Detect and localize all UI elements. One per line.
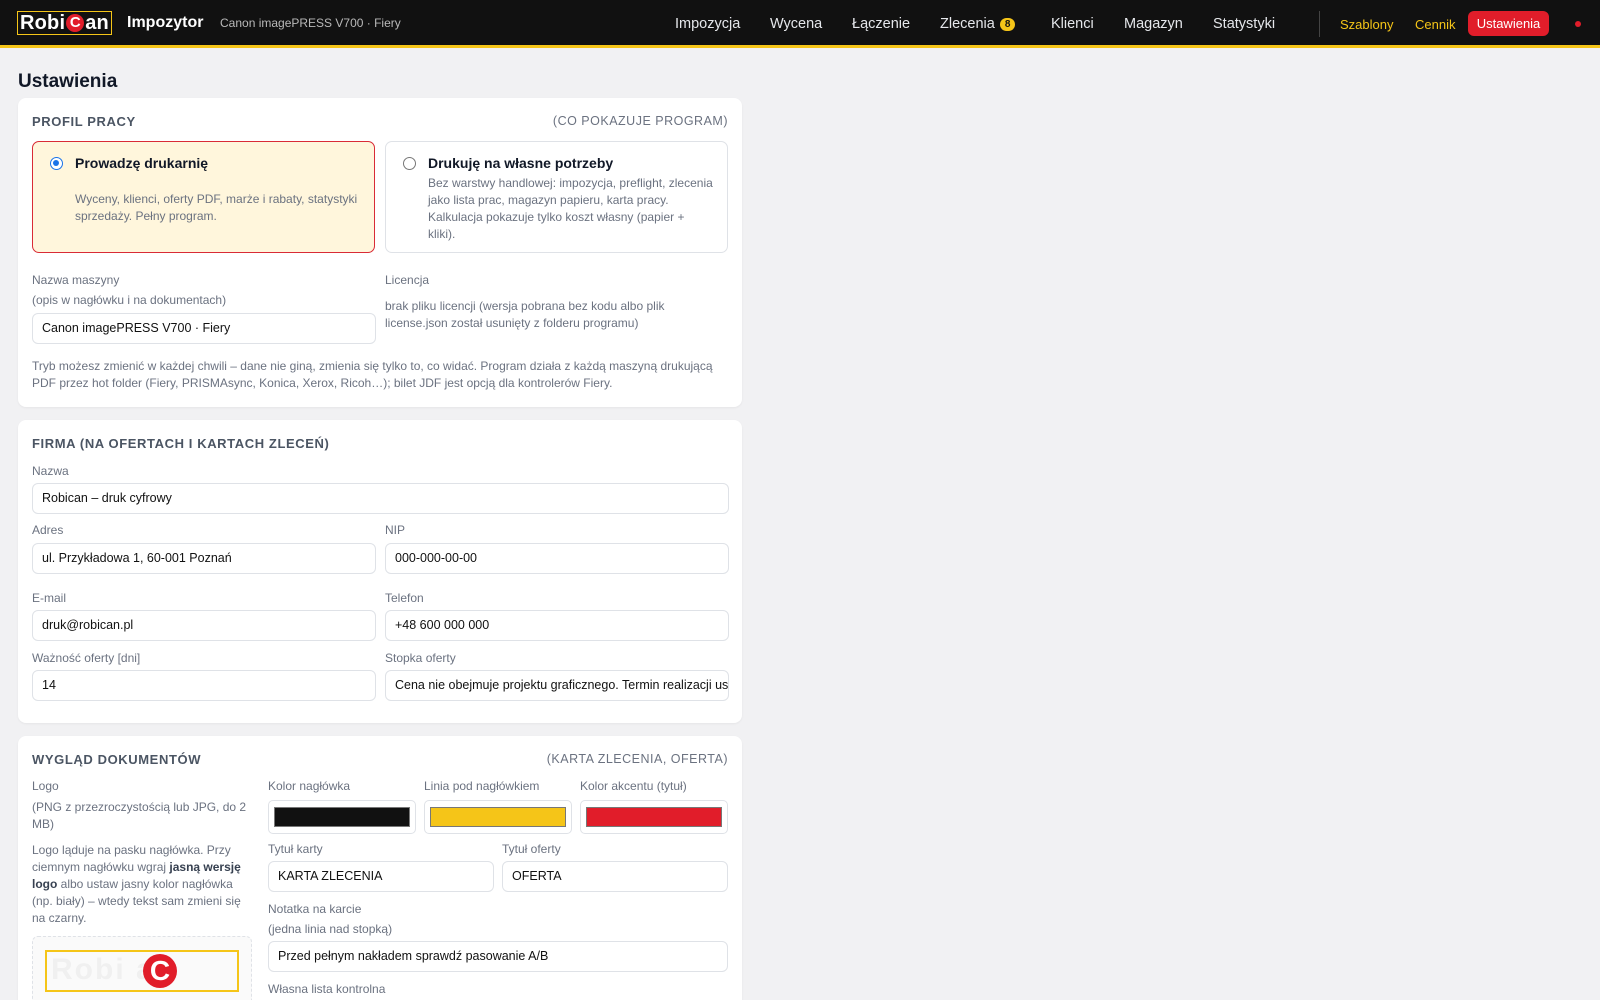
- phone-input[interactable]: +48 600 000 000: [385, 610, 729, 641]
- profile-option-own-use[interactable]: Drukuję na własne potrzeby Bez warstwy h…: [385, 141, 728, 253]
- checklist-label: Własna lista kontrolna: [268, 982, 386, 996]
- card-title-label: Tytuł karty: [268, 842, 323, 856]
- documents-section-note: (KARTA ZLECENIA, OFERTA): [546, 752, 728, 766]
- profile-card: PROFIL PRACY (CO POKAZUJE PROGRAM) Prowa…: [18, 98, 742, 407]
- company-name-input[interactable]: Robican – druk cyfrowy: [32, 483, 729, 514]
- offer-footer-label: Stopka oferty: [385, 651, 456, 665]
- card-title-input[interactable]: KARTA ZLECENIA: [268, 861, 494, 892]
- accent-color-label: Kolor akcentu (tytuł): [580, 779, 687, 793]
- company-card: FIRMA (NA OFERTACH I KARTACH ZLECEŃ) Naz…: [18, 420, 742, 723]
- templates-link[interactable]: Szablony: [1340, 17, 1393, 32]
- brand-c-mark: C: [66, 14, 85, 32]
- nip-input[interactable]: 000-000-00-00: [385, 543, 729, 574]
- profile-option-print-shop[interactable]: Prowadzę drukarnię Wyceny, klienci, ofer…: [32, 141, 375, 253]
- logo-c-icon: C: [143, 954, 177, 988]
- nav-zlecenia[interactable]: Zlecenia 8: [940, 16, 1016, 32]
- machine-name-label: Nazwa maszyny: [32, 273, 120, 287]
- option-desc: Wyceny, klienci, oferty PDF, marże i rab…: [75, 192, 358, 223]
- license-status: brak pliku licencji (wersja pobrana bez …: [385, 299, 665, 330]
- email-label: E-mail: [32, 591, 67, 605]
- accent-color-swatch: [586, 807, 722, 827]
- nip-label: NIP: [385, 523, 406, 537]
- top-bar: Robi C an Impozytor Canon imagePRESS V70…: [0, 0, 1600, 48]
- offer-validity-input[interactable]: 14: [32, 670, 376, 701]
- email-input[interactable]: druk@robican.pl: [32, 610, 376, 641]
- logo-frame: [45, 950, 239, 992]
- pricing-link[interactable]: Cennik: [1415, 17, 1455, 32]
- nav-laczenie[interactable]: Łączenie: [852, 16, 910, 32]
- offer-footer-input[interactable]: Cena nie obejmuje projektu graficznego. …: [385, 670, 729, 701]
- line-color-label: Linia pod nagłówkiem: [424, 779, 540, 793]
- logo-note: Logo ląduje na pasku nagłówka. Przy ciem…: [32, 842, 250, 927]
- orders-count-badge: 8: [999, 18, 1016, 31]
- phone-label: Telefon: [385, 591, 424, 605]
- logo-hint: (PNG z przezroczystością lub JPG, do 2 M…: [32, 800, 247, 831]
- app-name: Impozytor: [127, 14, 204, 31]
- nav-wycena[interactable]: Wycena: [770, 16, 822, 32]
- header-color-swatch: [274, 807, 410, 827]
- line-color-picker[interactable]: [424, 800, 572, 834]
- documents-section-title: WYGLĄD DOKUMENTÓW: [32, 752, 202, 767]
- status-dot-icon: [1575, 21, 1581, 27]
- page-title: Ustawienia: [18, 71, 118, 92]
- machine-name-hint: (opis w nagłówku i na dokumentach): [32, 293, 227, 307]
- header-color-picker[interactable]: [268, 800, 416, 834]
- profile-footnote: Tryb możesz zmienić w każdej chwili – da…: [32, 359, 713, 390]
- machine-subtitle: Canon imagePRESS V700 · Fiery: [220, 16, 401, 30]
- brand-text-1: Robi: [20, 11, 66, 34]
- machine-name-input[interactable]: Canon imagePRESS V700 · Fiery: [32, 313, 376, 344]
- brand-text-2: an: [85, 11, 109, 34]
- address-label: Adres: [32, 523, 64, 537]
- option-title: Drukuję na własne potrzeby: [428, 155, 614, 171]
- company-section-title: FIRMA (NA OFERTACH I KARTACH ZLECEŃ): [32, 436, 330, 451]
- brand-logo[interactable]: Robi C an: [17, 11, 112, 35]
- option-desc: Bez warstwy handlowej: impozycja, prefli…: [428, 176, 713, 241]
- logo-note-text-2: albo ustaw jasny kolor nagłówka (np. bia…: [32, 877, 241, 925]
- license-label: Licencja: [385, 273, 430, 287]
- settings-button[interactable]: Ustawienia: [1468, 11, 1549, 36]
- profile-section-title: PROFIL PRACY: [32, 114, 136, 129]
- nav-divider: [1319, 11, 1320, 37]
- profile-section-note: (CO POKAZUJE PROGRAM): [552, 114, 728, 128]
- option-title: Prowadzę drukarnię: [75, 155, 209, 171]
- offer-validity-label: Ważność oferty [dni]: [32, 651, 141, 665]
- logo-label: Logo: [32, 779, 59, 793]
- radio-own-use[interactable]: [403, 157, 416, 170]
- card-note-input[interactable]: Przed pełnym nakładem sprawdź pasowanie …: [268, 941, 728, 972]
- logo-preview[interactable]: Robi an C: [32, 936, 252, 1000]
- address-input[interactable]: ul. Przykładowa 1, 60-001 Poznań: [32, 543, 376, 574]
- offer-title-label: Tytuł oferty: [502, 842, 561, 856]
- line-color-swatch: [430, 807, 566, 827]
- card-note-label: Notatka na karcie: [268, 902, 362, 916]
- nav-impozycja[interactable]: Impozycja: [675, 16, 740, 32]
- card-note-hint: (jedna linia nad stopką): [268, 922, 393, 936]
- nav-statystyki[interactable]: Statystyki: [1213, 16, 1275, 32]
- radio-print-shop[interactable]: [50, 157, 63, 170]
- company-name-label: Nazwa: [32, 464, 69, 478]
- nav-klienci[interactable]: Klienci: [1051, 16, 1094, 32]
- offer-title-input[interactable]: OFERTA: [502, 861, 728, 892]
- nav-zlecenia-label: Zlecenia: [940, 16, 995, 32]
- accent-color-picker[interactable]: [580, 800, 728, 834]
- nav-magazyn[interactable]: Magazyn: [1124, 16, 1183, 32]
- header-color-label: Kolor nagłówka: [268, 779, 351, 793]
